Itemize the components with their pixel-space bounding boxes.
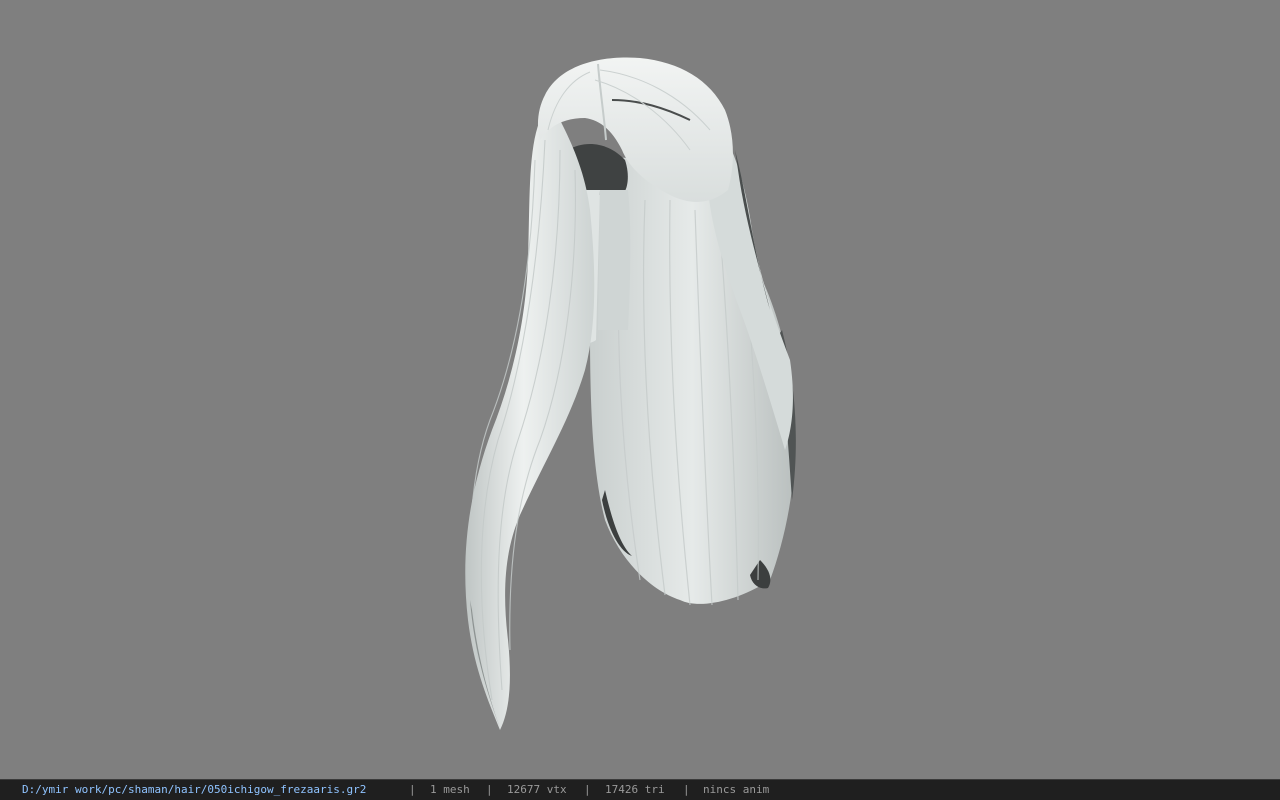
animation-status: nincs anim — [703, 783, 770, 796]
vertex-count: 12677 vtx — [507, 783, 567, 796]
status-separator: | — [486, 783, 493, 796]
status-bar: D:/ymir work/pc/shaman/hair/050ichigow_f… — [0, 779, 1280, 800]
status-separator: | — [683, 783, 690, 796]
hair-model[interactable] — [0, 0, 1280, 779]
mesh-count: 1 mesh — [430, 783, 470, 796]
file-path: D:/ymir work/pc/shaman/hair/050ichigow_f… — [22, 783, 367, 796]
status-separator: | — [584, 783, 591, 796]
3d-viewport[interactable] — [0, 0, 1280, 779]
status-separator: | — [409, 783, 416, 796]
triangle-count: 17426 tri — [605, 783, 665, 796]
